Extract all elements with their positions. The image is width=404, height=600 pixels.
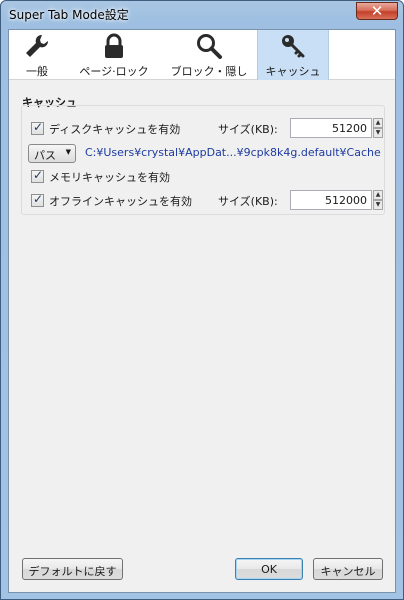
memory-cache-label: メモリキャッシュを有効: [49, 171, 170, 184]
path-button[interactable]: パス ▼: [28, 144, 76, 163]
ok-button[interactable]: OK: [235, 558, 303, 580]
tab-label: ページ·ロック: [79, 65, 149, 78]
cache-group: ✓ ディスクキャッシュを有効 サイズ(KB): 51200 ▲ ▼ パス ▼ C…: [21, 105, 385, 215]
tab-toolbar: 一般 ページ·ロック ブロック・隠し キャッシュ: [9, 30, 395, 80]
settings-window: Super Tab Mode設定 ✕ 一般 ページ·ロック ブロック・隠し キャ…: [0, 0, 404, 600]
chevron-down-icon: ▼: [65, 148, 71, 156]
memory-cache-checkbox[interactable]: ✓: [31, 168, 44, 183]
tab-label: ブロック・隠し: [170, 65, 248, 78]
tab-general[interactable]: 一般: [15, 30, 59, 80]
spin-up-icon[interactable]: ▲: [373, 118, 383, 128]
offline-cache-row: ✓ オフラインキャッシュを有効 サイズ(KB): 512000 ▲ ▼: [22, 190, 384, 212]
check-icon: ✓: [33, 168, 44, 182]
tab-label: 一般: [26, 65, 48, 78]
disk-size-label: サイズ(KB):: [218, 123, 278, 136]
check-icon: ✓: [33, 120, 44, 134]
tab-block-hide[interactable]: ブロック・隠し: [165, 30, 253, 80]
offline-size-label: サイズ(KB):: [218, 195, 278, 208]
tab-page-lock[interactable]: ページ·ロック: [71, 30, 157, 80]
close-icon: ✕: [370, 2, 384, 20]
magnifier-icon: [197, 34, 222, 59]
tab-label: キャッシュ: [265, 65, 321, 78]
cache-panel: キャッシュ ✓ ディスクキャッシュを有効 サイズ(KB): 51200 ▲ ▼ …: [9, 81, 395, 592]
tab-cache[interactable]: キャッシュ: [257, 30, 329, 80]
restore-default-label: デフォルトに戻す: [28, 565, 117, 578]
dialog-client: 一般 ページ·ロック ブロック・隠し キャッシュ キャッシュ ✓ ディスクキャッ…: [8, 29, 396, 593]
check-icon: ✓: [33, 192, 44, 206]
spin-down-icon[interactable]: ▼: [373, 200, 383, 210]
disk-cache-row: ✓ ディスクキャッシュを有効 サイズ(KB): 51200 ▲ ▼: [22, 118, 384, 140]
offline-size-spinner[interactable]: ▲ ▼: [373, 190, 383, 210]
wrench-icon: [26, 34, 49, 57]
close-button[interactable]: ✕: [356, 2, 398, 20]
title-bar[interactable]: Super Tab Mode設定 ✕: [1, 1, 403, 27]
spin-down-icon[interactable]: ▼: [373, 128, 383, 138]
cancel-button[interactable]: キャンセル: [313, 558, 383, 580]
path-row: パス ▼ C:¥Users¥crystal¥AppDat...¥9cpk8k4g…: [22, 143, 384, 165]
spin-up-icon[interactable]: ▲: [373, 190, 383, 200]
offline-size-input[interactable]: 512000: [290, 190, 372, 210]
cache-path-text: C:¥Users¥crystal¥AppDat...¥9cpk8k4g.defa…: [85, 146, 381, 159]
cancel-label: キャンセル: [320, 565, 376, 578]
key-icon: [282, 35, 305, 58]
ok-label: OK: [261, 563, 277, 576]
offline-cache-label: オフラインキャッシュを有効: [49, 195, 192, 208]
window-title: Super Tab Mode設定: [9, 8, 129, 22]
disk-cache-checkbox[interactable]: ✓: [31, 120, 44, 135]
disk-size-input[interactable]: 51200: [290, 118, 372, 138]
path-button-label: パス: [34, 149, 56, 162]
disk-size-spinner[interactable]: ▲ ▼: [373, 118, 383, 138]
disk-cache-label: ディスクキャッシュを有効: [49, 123, 181, 136]
lock-icon: [105, 33, 123, 58]
offline-cache-checkbox[interactable]: ✓: [31, 192, 44, 207]
memory-cache-row: ✓ メモリキャッシュを有効: [22, 166, 384, 188]
restore-default-button[interactable]: デフォルトに戻す: [22, 558, 123, 580]
